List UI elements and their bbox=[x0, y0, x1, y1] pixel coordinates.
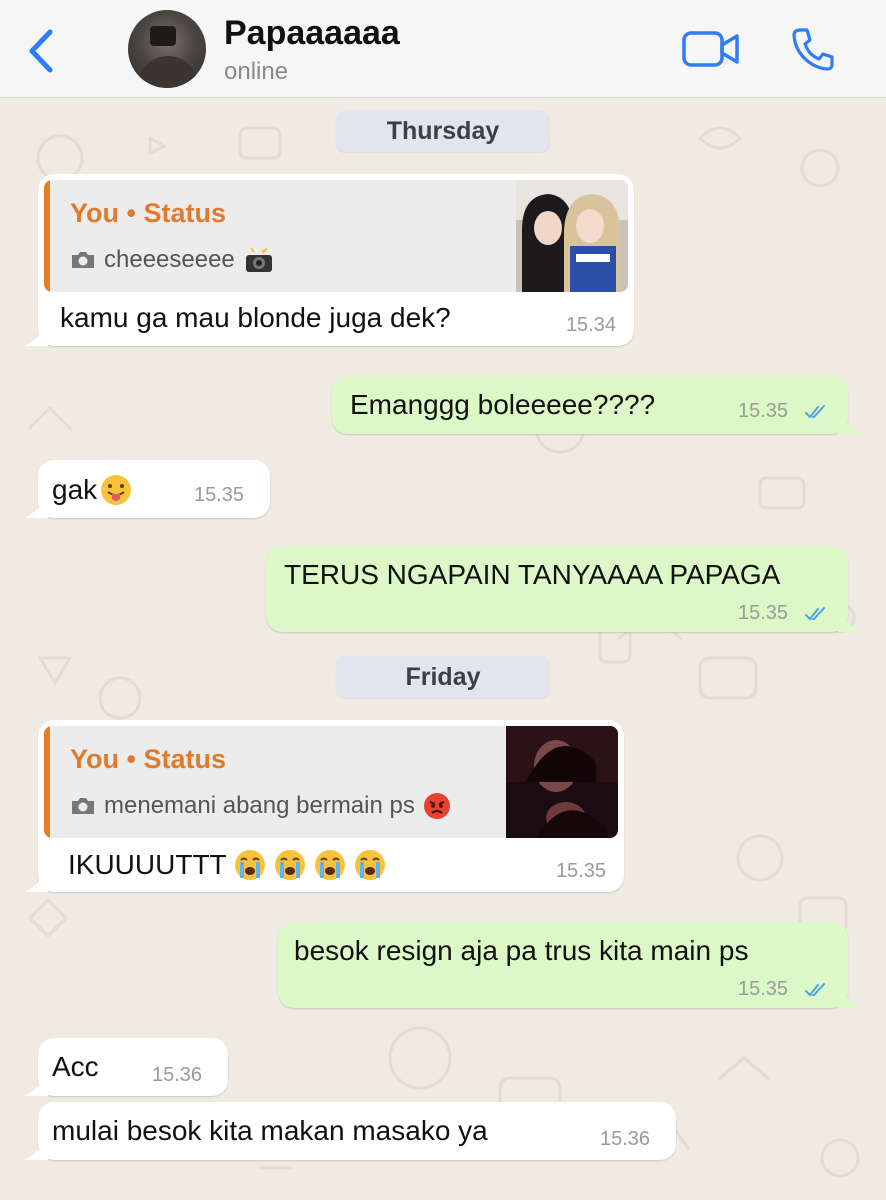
bubble-tail bbox=[24, 1074, 48, 1096]
quote-title: You • Status bbox=[70, 744, 226, 774]
message-time: 15.35 bbox=[555, 860, 606, 882]
bubble-tail bbox=[838, 610, 862, 632]
message-text: TERUS NGAPAIN TANYAAAA PAPAGA bbox=[284, 559, 781, 590]
message-content: IKUUUUTTT bbox=[68, 848, 387, 882]
bubble-tail bbox=[24, 324, 48, 346]
day-separator: Friday bbox=[336, 656, 550, 698]
message-time: 15.36 bbox=[152, 1064, 203, 1086]
message-time: 15.35 bbox=[194, 484, 245, 506]
message-text: besok resign aja pa trus kita main ps bbox=[294, 935, 749, 966]
message-outgoing[interactable]: besok resign aja pa trus kita main ps 15… bbox=[278, 922, 862, 1008]
day-separator: Thursday bbox=[336, 110, 550, 152]
tongue-out-face-icon bbox=[101, 475, 132, 505]
loudly-crying-face-icon bbox=[354, 850, 385, 880]
video-call-button[interactable] bbox=[682, 30, 740, 68]
quote-title: You • Status bbox=[70, 198, 226, 228]
avatar[interactable] bbox=[128, 10, 206, 88]
message-time: 15.36 bbox=[600, 1128, 651, 1150]
quote-caption: menemani abang bermain ps bbox=[70, 792, 451, 820]
message-incoming[interactable]: Acc 15.36 bbox=[24, 1038, 228, 1096]
message-incoming[interactable]: gak 15.35 bbox=[24, 460, 270, 518]
bubble-tail bbox=[838, 986, 862, 1008]
message-incoming[interactable]: You • Status menemani abang bermain ps I… bbox=[24, 720, 624, 892]
phone-icon bbox=[792, 28, 834, 71]
bubble-tail bbox=[24, 1138, 48, 1160]
status-photo-image bbox=[516, 180, 628, 292]
quote-caption-text: menemani abang bermain ps bbox=[104, 792, 415, 819]
back-button[interactable] bbox=[22, 26, 62, 76]
message-text: mulai besok kita makan masako ya bbox=[52, 1115, 488, 1146]
message-text: Acc bbox=[52, 1051, 99, 1082]
camera-with-flash-icon bbox=[245, 246, 272, 272]
message-text: Emanggg boleeeee???? bbox=[350, 389, 656, 420]
status-quote[interactable]: You • Status cheeeseeee bbox=[44, 180, 628, 292]
loudly-crying-face-icon bbox=[274, 850, 305, 880]
status-thumbnail[interactable] bbox=[506, 726, 618, 838]
contact-status: online bbox=[224, 58, 289, 85]
read-ticks-icon bbox=[805, 607, 825, 621]
quote-caption: cheeeseeee bbox=[70, 246, 275, 274]
message-outgoing[interactable]: TERUS NGAPAIN TANYAAAA PAPAGA 15.35 bbox=[266, 546, 862, 632]
message-time: 15.34 bbox=[565, 314, 616, 336]
message-incoming[interactable]: You • Status cheeeseeee kamu ga mau blon… bbox=[24, 174, 634, 346]
message-time: 15.35 bbox=[738, 400, 789, 422]
message-outgoing[interactable]: Emanggg boleeeee???? 15.35 bbox=[332, 376, 862, 434]
quote-caption-text: cheeeseeee bbox=[104, 246, 235, 273]
bubble-tail bbox=[24, 870, 48, 892]
message-content: gak bbox=[52, 473, 133, 507]
status-quote[interactable]: You • Status menemani abang bermain ps bbox=[44, 726, 618, 838]
status-thumbnail[interactable] bbox=[516, 180, 628, 292]
message-incoming[interactable]: mulai besok kita makan masako ya 15.36 bbox=[24, 1102, 676, 1160]
voice-call-button[interactable] bbox=[790, 26, 836, 72]
chat-area[interactable]: Thursday You • Status cheeeseeee kamu ga… bbox=[0, 98, 886, 1200]
chat-header: Papaaaaaa online bbox=[0, 0, 886, 98]
bubble-tail bbox=[24, 496, 48, 518]
read-ticks-icon bbox=[805, 405, 825, 419]
message-time: 15.35 bbox=[738, 978, 789, 1000]
contact-name[interactable]: Papaaaaaa bbox=[224, 14, 400, 53]
message-text: gak bbox=[52, 474, 98, 505]
chevron-left-icon bbox=[29, 29, 53, 73]
camera-icon bbox=[72, 798, 94, 814]
message-time: 15.35 bbox=[738, 602, 789, 624]
status-photo-image bbox=[506, 726, 618, 838]
message-text: IKUUUUTTT bbox=[68, 849, 227, 880]
loudly-crying-face-icon bbox=[234, 850, 265, 880]
bubble-tail bbox=[838, 412, 862, 434]
video-camera-icon bbox=[682, 31, 739, 67]
angry-face-icon bbox=[423, 793, 450, 819]
camera-icon bbox=[72, 252, 94, 268]
message-text: kamu ga mau blonde juga dek? bbox=[60, 302, 451, 333]
loudly-crying-face-icon bbox=[314, 850, 345, 880]
read-ticks-icon bbox=[805, 983, 825, 997]
